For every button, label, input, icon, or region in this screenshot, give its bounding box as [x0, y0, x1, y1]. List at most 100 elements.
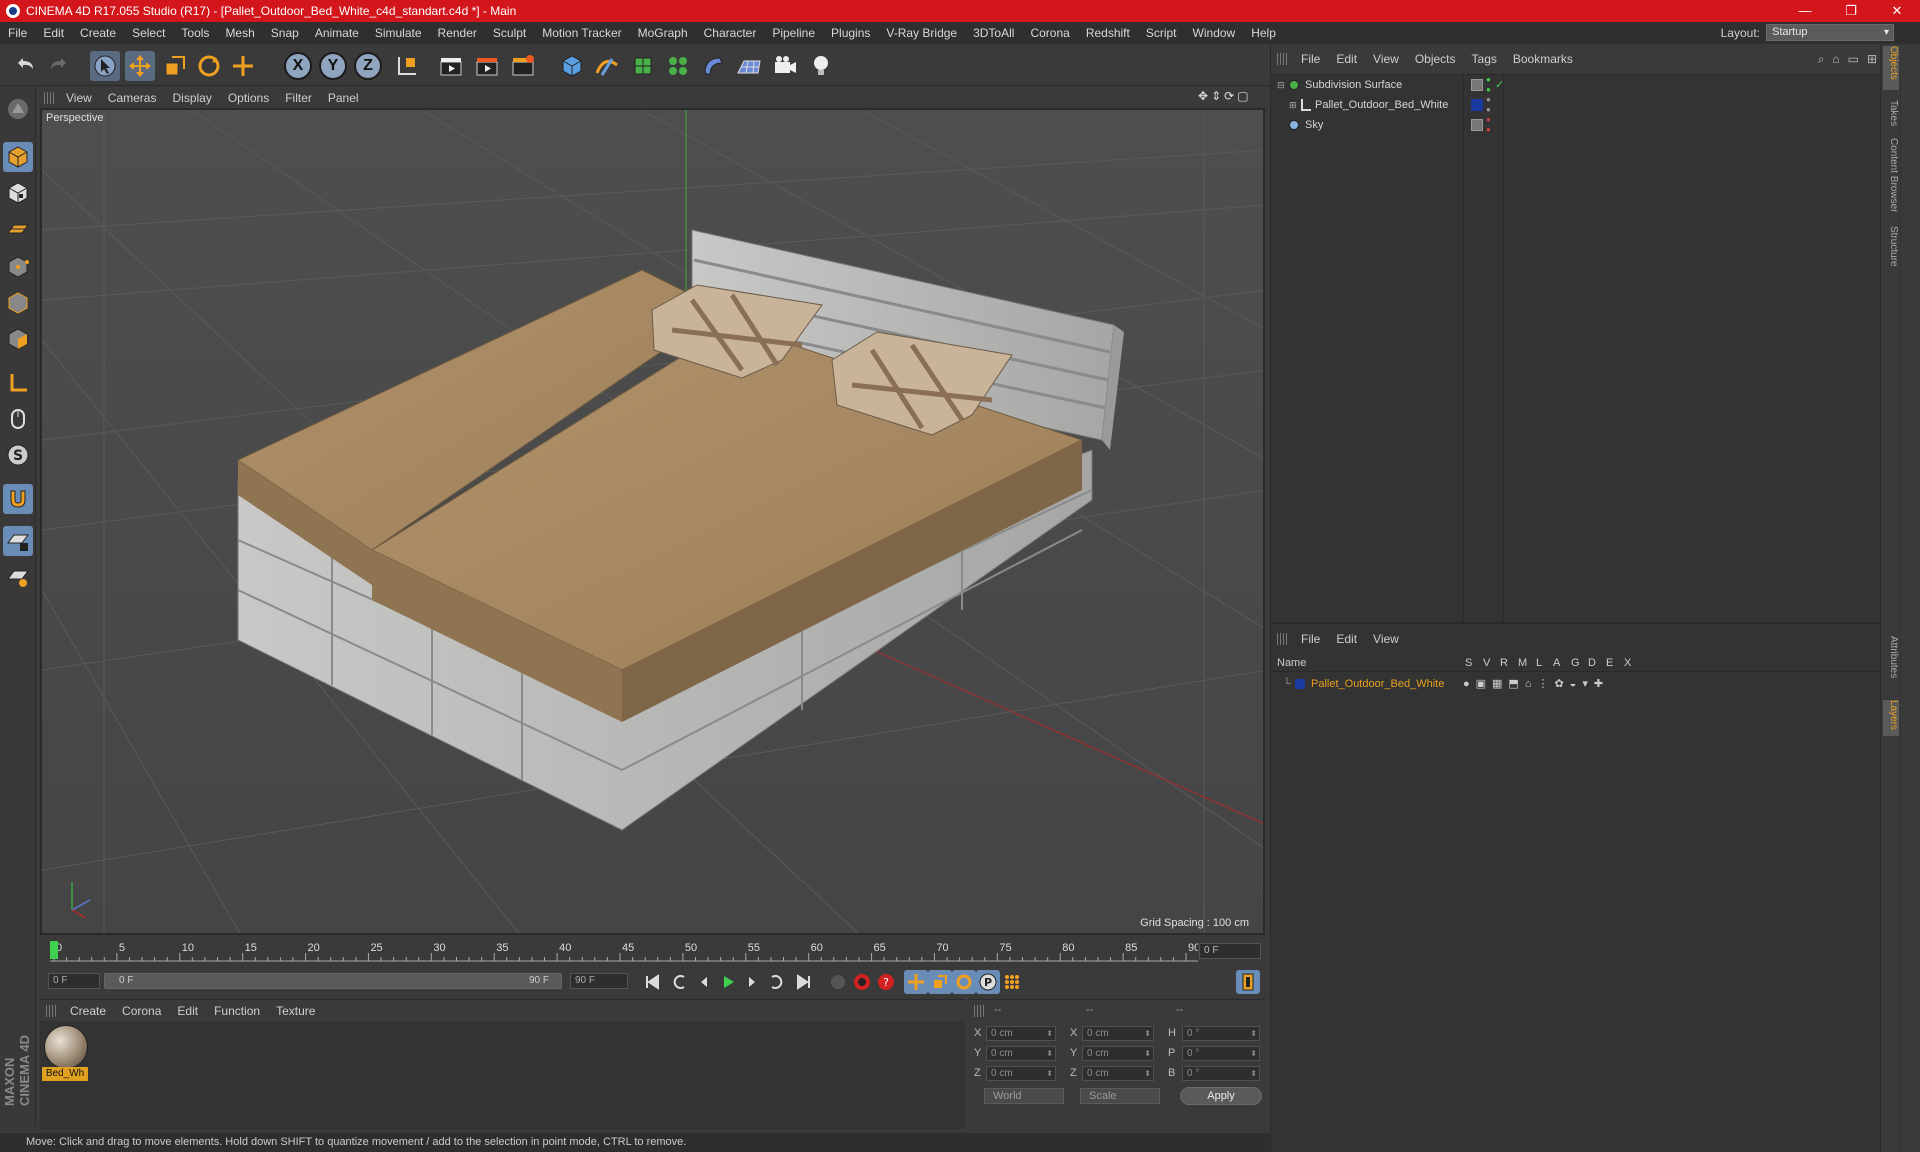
material-menu-edit[interactable]: Edit — [169, 1004, 206, 1018]
key-scale-button[interactable] — [928, 970, 952, 994]
minimize-button[interactable]: — — [1782, 0, 1828, 22]
make-editable-button[interactable] — [3, 94, 33, 124]
end-frame-field[interactable]: 90 F — [570, 973, 628, 989]
rot-b-field[interactable]: 0 ° — [1182, 1066, 1260, 1081]
menu-plugins[interactable]: Plugins — [823, 22, 878, 44]
viewport-menu-view[interactable]: View — [58, 91, 100, 105]
material-menu-create[interactable]: Create — [62, 1004, 114, 1018]
record-button-disabled[interactable] — [826, 970, 850, 994]
menu-motion-tracker[interactable]: Motion Tracker — [534, 22, 629, 44]
menu-sculpt[interactable]: Sculpt — [485, 22, 534, 44]
menu-file[interactable]: File — [0, 22, 35, 44]
playhead-marker[interactable] — [50, 941, 58, 959]
menu-character[interactable]: Character — [696, 22, 765, 44]
prev-key-button[interactable] — [668, 970, 692, 994]
tab-takes[interactable]: Takes — [1883, 100, 1899, 130]
layers-menu-file[interactable]: File — [1293, 632, 1328, 646]
material-menu-texture[interactable]: Texture — [268, 1004, 323, 1018]
objects-menu-file[interactable]: File — [1293, 52, 1328, 66]
tab-layers[interactable]: Layers — [1883, 700, 1899, 736]
z-axis-button[interactable]: Z — [353, 51, 383, 81]
prev-frame-button[interactable] — [692, 970, 716, 994]
rot-h-field[interactable]: 0 ° — [1182, 1026, 1260, 1041]
redo-button[interactable] — [44, 51, 74, 81]
menu-tools[interactable]: Tools — [173, 22, 217, 44]
pos-y-field[interactable]: 0 cm — [986, 1046, 1056, 1061]
size-x-field[interactable]: 0 cm — [1082, 1026, 1154, 1041]
add-camera-button[interactable] — [770, 51, 800, 81]
snap-button[interactable]: S — [3, 440, 33, 470]
autokey-button[interactable]: ? — [874, 970, 898, 994]
viewport-menu-display[interactable]: Display — [164, 91, 219, 105]
menu-corona[interactable]: Corona — [1022, 22, 1077, 44]
objects-menu-edit[interactable]: Edit — [1328, 52, 1365, 66]
magnet-button[interactable] — [3, 484, 33, 514]
tab-attributes[interactable]: Attributes — [1883, 636, 1899, 692]
menu-snap[interactable]: Snap — [263, 22, 307, 44]
key-rotation-button[interactable] — [952, 970, 976, 994]
viewport-menu-options[interactable]: Options — [220, 91, 277, 105]
object-row-pallet[interactable]: ⊞ Pallet_Outdoor_Bed_White ● ● — [1271, 95, 1901, 115]
col-deformers[interactable]: D — [1588, 657, 1596, 669]
add-subdivision-button[interactable] — [628, 51, 658, 81]
size-z-field[interactable]: 0 cm — [1082, 1066, 1154, 1081]
pos-x-field[interactable]: 0 cm — [986, 1026, 1056, 1041]
record-active-objects-button[interactable] — [850, 970, 874, 994]
material-name[interactable]: Bed_Wh — [42, 1067, 88, 1081]
object-name[interactable]: Subdivision Surface — [1305, 75, 1402, 95]
rot-p-field[interactable]: 0 ° — [1182, 1046, 1260, 1061]
go-to-start-button[interactable] — [640, 970, 664, 994]
menu-simulate[interactable]: Simulate — [367, 22, 430, 44]
objects-menu-view[interactable]: View — [1365, 52, 1407, 66]
enabled-check-icon[interactable]: ✓ — [1495, 75, 1504, 95]
layers-menu-edit[interactable]: Edit — [1328, 632, 1365, 646]
objects-menu-objects[interactable]: Objects — [1407, 52, 1464, 66]
grid-snap-button[interactable] — [3, 562, 33, 592]
search-icon[interactable]: ⌕ — [1818, 52, 1825, 67]
add-cube-button[interactable] — [557, 51, 587, 81]
object-name[interactable]: Pallet_Outdoor_Bed_White — [1315, 95, 1448, 115]
menu-redshift[interactable]: Redshift — [1078, 22, 1138, 44]
col-name[interactable]: Name — [1277, 657, 1306, 669]
model-mode-button[interactable] — [3, 142, 33, 172]
workplane-mode-button[interactable] — [3, 214, 33, 244]
menu-render[interactable]: Render — [430, 22, 485, 44]
key-parameter-button[interactable]: P — [976, 970, 1000, 994]
edges-mode-button[interactable] — [3, 288, 33, 318]
pos-z-field[interactable]: 0 cm — [986, 1066, 1056, 1081]
play-button[interactable] — [716, 970, 740, 994]
move-tool-button[interactable] — [125, 51, 155, 81]
home-icon[interactable]: ⌂ — [1832, 52, 1839, 67]
viewport-perspective[interactable]: Perspective Grid Spacing : 100 cm — [40, 108, 1265, 935]
timeline[interactable]: 0 5 10 15 20 25 30 35 40 45 50 55 60 65 70 75 80 85 90 0 F — [40, 937, 1265, 967]
texture-mode-button[interactable] — [3, 178, 33, 208]
col-solo[interactable]: S — [1465, 657, 1472, 669]
key-position-button[interactable] — [904, 970, 928, 994]
menu-vray-bridge[interactable]: V-Ray Bridge — [878, 22, 965, 44]
objects-menu-bookmarks[interactable]: Bookmarks — [1505, 52, 1581, 66]
add-spline-button[interactable] — [592, 51, 622, 81]
visibility-dots-icon[interactable]: ● ● — [1486, 95, 1491, 115]
layer-name[interactable]: Pallet_Outdoor_Bed_White — [1311, 674, 1444, 694]
tab-structure[interactable]: Structure — [1883, 226, 1899, 276]
expand-icon[interactable]: ⊞ — [1289, 95, 1297, 115]
start-frame-field[interactable]: 0 F — [48, 973, 100, 989]
visibility-dots-icon[interactable]: ● ● — [1486, 75, 1491, 95]
points-mode-button[interactable] — [3, 252, 33, 282]
maximize-view-icon[interactable]: ▢ — [1237, 89, 1248, 103]
tweak-mode-button[interactable] — [3, 404, 33, 434]
material-menu-function[interactable]: Function — [206, 1004, 268, 1018]
render-view-button[interactable] — [436, 51, 466, 81]
viewport-menu-filter[interactable]: Filter — [277, 91, 320, 105]
apply-button[interactable]: Apply — [1180, 1087, 1262, 1105]
layout-select[interactable]: Startup — [1766, 24, 1894, 41]
range-slider[interactable]: 0 F 90 F — [104, 973, 562, 989]
undo-button[interactable] — [10, 51, 40, 81]
x-axis-button[interactable]: X — [283, 51, 313, 81]
col-animation[interactable]: A — [1553, 657, 1560, 669]
collapse-icon[interactable]: ⊟ — [1277, 75, 1285, 95]
axis-mode-button[interactable] — [3, 368, 33, 398]
close-button[interactable]: ✕ — [1874, 0, 1920, 22]
col-expressions[interactable]: E — [1606, 657, 1613, 669]
viewport-menu-panel[interactable]: Panel — [320, 91, 367, 105]
